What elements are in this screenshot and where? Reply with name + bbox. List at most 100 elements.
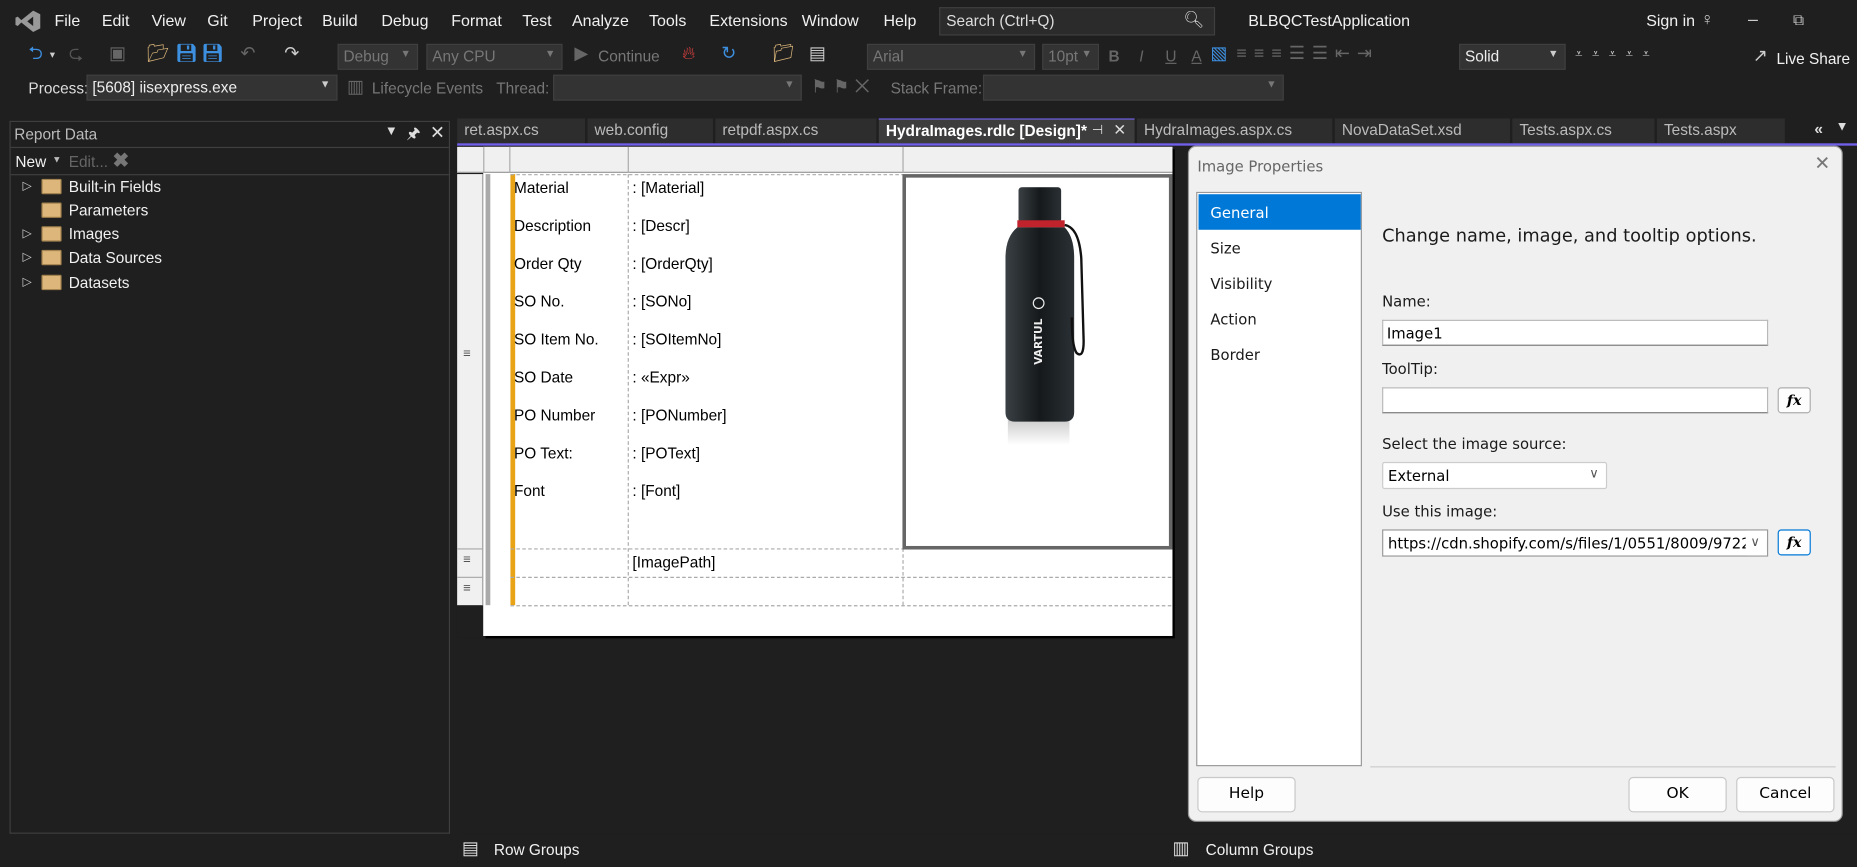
report-field-label[interactable]: Font (514, 482, 545, 500)
nav-border[interactable]: Border (1199, 336, 1361, 372)
live-share-icon[interactable]: ↗ (1753, 47, 1768, 66)
tab-list-dropdown-icon[interactable]: ▼ (1836, 120, 1849, 134)
close-dialog-icon[interactable]: ✕ (1814, 152, 1830, 176)
sign-in-link[interactable]: Sign in (1646, 12, 1695, 30)
report-field-value[interactable]: : [SOItemNo] (632, 330, 721, 348)
tree-item-built-in-fields[interactable]: ▷ Built-in Fields (23, 174, 162, 198)
menu-extensions[interactable]: Extensions (709, 12, 787, 30)
italic-button[interactable]: I (1139, 47, 1143, 65)
menu-view[interactable]: View (152, 12, 186, 30)
new-project-icon[interactable]: ▣ (109, 44, 126, 64)
image-path-cell[interactable]: [ImagePath] (632, 553, 715, 571)
save-all-icon[interactable]: 💾︎ (201, 44, 224, 64)
image1-selected[interactable]: VARTUL (902, 174, 1173, 550)
row-handle-icon[interactable]: ≡ (463, 347, 471, 361)
nav-visibility[interactable]: Visibility (1199, 265, 1361, 301)
refresh-icon[interactable]: ↻ (721, 44, 736, 64)
menu-debug[interactable]: Debug (381, 12, 428, 30)
report-field-label[interactable]: SO Item No. (514, 330, 599, 348)
report-field-value[interactable]: : [POText] (632, 444, 700, 462)
row-handle-icon[interactable]: ≡ (463, 581, 471, 595)
nav-general[interactable]: General (1198, 194, 1361, 230)
menu-edit[interactable]: Edit (102, 12, 130, 30)
thread-select[interactable]: ▼ (553, 74, 802, 101)
restore-icon[interactable]: ⧉ (1793, 11, 1804, 30)
expand-icon[interactable]: ▷ (23, 227, 35, 240)
close-tab-icon[interactable]: ✕ (1113, 121, 1126, 140)
report-field-value[interactable]: : [Font] (632, 482, 680, 500)
delete-icon[interactable]: ✖ (113, 149, 130, 173)
tree-item-parameters[interactable]: Parameters (23, 198, 148, 222)
redo-icon[interactable]: ↷ (284, 44, 299, 64)
tooltip-input[interactable] (1382, 387, 1769, 414)
process-select[interactable]: [5608] iisexpress.exe ▼ (86, 74, 338, 101)
bold-button[interactable]: B (1109, 47, 1120, 65)
report-field-value[interactable]: : [PONumber] (632, 406, 726, 424)
hot-reload-icon[interactable]: 🔥︎ (682, 44, 695, 64)
search-box[interactable]: Search (Ctrl+Q) 🔍︎ (939, 7, 1216, 36)
report-field-label[interactable]: Material (514, 179, 569, 197)
close-panel-icon[interactable]: ✕ (430, 122, 445, 143)
menu-git[interactable]: Git (207, 12, 227, 30)
account-icon[interactable]: ♀ (1701, 10, 1714, 30)
alignment-icons[interactable]: ≡≡≡☰☰⇤⇥ (1236, 44, 1378, 64)
window-layout-icon[interactable]: ▤ (809, 44, 826, 64)
menu-build[interactable]: Build (322, 12, 358, 30)
tab-web-config[interactable]: web.config (587, 118, 713, 144)
save-icon[interactable]: 💾︎ (175, 44, 198, 64)
report-field-label[interactable]: SO No. (514, 293, 564, 311)
expand-icon[interactable]: ▷ (23, 275, 35, 288)
menu-test[interactable]: Test (522, 12, 551, 30)
tab-ret-aspx-cs[interactable]: ret.aspx.cs (457, 118, 586, 144)
edit-button[interactable]: Edit... (69, 153, 108, 171)
report-field-label[interactable]: SO Date (514, 368, 573, 386)
undo-icon[interactable]: ↶ (240, 44, 255, 64)
menu-format[interactable]: Format (451, 12, 502, 30)
help-button[interactable]: Help (1197, 776, 1296, 813)
lifecycle-events-icon[interactable]: ▥ (347, 78, 364, 97)
menu-help[interactable]: Help (883, 12, 916, 30)
play-icon[interactable]: ▶ (574, 44, 588, 64)
report-field-value[interactable]: : [OrderQty] (632, 255, 712, 273)
platform-select[interactable]: Any CPU ▼ (426, 43, 563, 70)
background-color-icon[interactable]: ▧ (1210, 44, 1227, 64)
expand-icon[interactable]: ▷ (23, 179, 35, 192)
expand-icon[interactable]: ▷ (23, 250, 35, 263)
flag-thread-icons[interactable]: ⚑⚑⨉ (811, 78, 875, 97)
report-field-value[interactable]: : [Material] (632, 179, 704, 197)
nav-size[interactable]: Size (1199, 230, 1361, 266)
open-file-icon[interactable]: 📂︎ (147, 44, 170, 64)
border-style-select[interactable]: Solid ▼ (1459, 43, 1566, 70)
border-toolbar-icons[interactable]: ⩡⩡⩡⩡⩡ (1575, 45, 1659, 64)
report-field-label[interactable]: Order Qty (514, 255, 582, 273)
navigate-forward-icon[interactable]: ⮎ (69, 44, 83, 64)
menu-analyze[interactable]: Analyze (572, 12, 629, 30)
minimize-icon[interactable]: – (1748, 10, 1758, 30)
font-select[interactable]: Arial ▼ (866, 43, 1036, 70)
font-color-button[interactable]: A (1191, 47, 1201, 65)
report-field-label[interactable]: Description (514, 217, 591, 235)
solution-configuration-select[interactable]: Debug ▼ (337, 43, 419, 70)
tab-hydraimages-rdlc-design[interactable]: HydraImages.rdlc [Design]* ⊣ ✕ (878, 118, 1135, 144)
tooltip-expression-button[interactable]: fx (1777, 387, 1811, 414)
navigate-back-icon[interactable]: ⮌ (28, 44, 42, 64)
back-dropdown-icon[interactable]: ▾ (50, 45, 55, 64)
continue-button[interactable]: Continue (598, 47, 660, 65)
tree-item-images[interactable]: ▷ Images (23, 221, 120, 245)
tab-overflow-icon[interactable]: « (1814, 120, 1823, 138)
pin-tab-icon[interactable]: ⊣ (1092, 122, 1103, 137)
tab-retpdf-aspx-cs[interactable]: retpdf.aspx.cs (715, 118, 877, 144)
cancel-button[interactable]: Cancel (1736, 776, 1835, 813)
image-url-combo[interactable]: https://cdn.shopify.com/s/files/1/0551/8… (1382, 529, 1769, 557)
find-in-files-icon[interactable]: 📁︎ (772, 44, 795, 64)
menu-window[interactable]: Window (802, 12, 859, 30)
image-url-expression-button[interactable]: fx (1777, 529, 1811, 556)
ok-button[interactable]: OK (1628, 776, 1727, 813)
tab-tests-aspx[interactable]: Tests.aspx (1656, 118, 1785, 144)
tree-item-data-sources[interactable]: ▷ Data Sources (23, 245, 162, 269)
pin-icon[interactable]: 🖈︎ (406, 123, 420, 149)
menu-project[interactable]: Project (252, 12, 302, 30)
tab-tests-aspx-cs[interactable]: Tests.aspx.cs (1512, 118, 1655, 144)
new-dropdown-icon[interactable]: ▼ (52, 154, 61, 165)
tab-novadataset-xsd[interactable]: NovaDataSet.xsd (1334, 118, 1510, 144)
